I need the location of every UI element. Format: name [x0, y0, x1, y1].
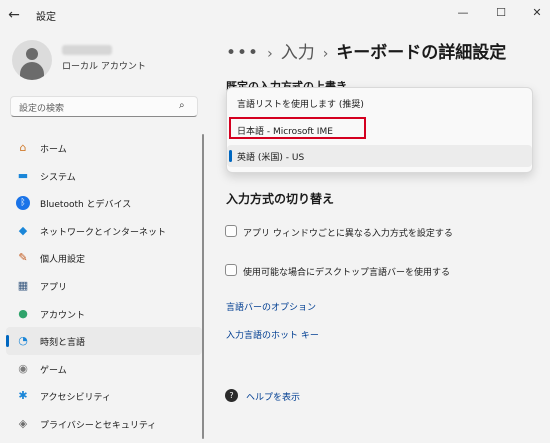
maximize-button[interactable]: ☐ — [490, 4, 512, 22]
annotation-highlight-box — [229, 117, 366, 139]
sidebar-scrollbar[interactable] — [202, 134, 204, 439]
sidebar-item-label: ホーム — [40, 145, 67, 155]
sidebar-item-label: システム — [40, 172, 76, 183]
page-title: キーボードの詳細設定 — [336, 43, 507, 63]
search-icon[interactable]: ⌕ — [179, 100, 191, 112]
breadcrumb: ••• › 入力 › キーボードの詳細設定 — [226, 38, 506, 63]
sidebar-item-personalization[interactable]: ✎ 個人用設定 — [6, 244, 202, 272]
sidebar-nav: ⌂ ホーム ▬ システム ᛒ Bluetooth とデバイス ◆ ネットワークと… — [6, 134, 202, 438]
dropdown-option-english-us[interactable]: 英語 (米国) - US — [227, 145, 532, 167]
avatar-person-icon — [26, 48, 38, 60]
input-language-hotkeys-link[interactable]: 入力言語のホット キー — [226, 328, 319, 341]
sidebar-item-gaming[interactable]: ◉ ゲーム — [6, 355, 202, 383]
app-title: 設定 — [36, 12, 56, 23]
monitor-icon: ▬ — [17, 168, 29, 182]
minimize-button[interactable]: — — [452, 4, 474, 22]
sidebar-item-accounts[interactable]: ● アカウント — [6, 300, 202, 328]
sidebar-item-label: ゲーム — [40, 365, 67, 376]
sidebar-item-privacy[interactable]: ◈ プライバシーとセキュリティ — [6, 410, 202, 438]
desktop-language-bar-checkbox[interactable] — [225, 264, 237, 276]
dropdown-option-language-list[interactable]: 言語リストを使用します (推奨) — [227, 92, 532, 114]
per-app-input-checkbox[interactable] — [225, 225, 237, 237]
sidebar-item-label: アプリ — [40, 282, 68, 293]
sidebar-item-accessibility[interactable]: ✱ アクセシビリティ — [6, 382, 202, 410]
help-icon[interactable]: ? — [225, 389, 238, 402]
bluetooth-icon: ᛒ — [16, 196, 30, 211]
active-indicator — [6, 335, 9, 348]
desktop-language-bar-label[interactable]: 使用可能な場合にデスクトップ言語バーを使用する — [243, 265, 450, 278]
chevron-right-icon: › — [267, 46, 273, 62]
sidebar-item-label: 個人用設定 — [40, 255, 86, 266]
option-label: 英語 (米国) - US — [237, 153, 305, 163]
user-name: ●●●● ●●● — [62, 45, 112, 55]
avatar-person-body — [20, 62, 44, 80]
title-bar: ← 設定 — ☐ ✕ — [0, 0, 550, 30]
search-placeholder: 設定の検索 — [19, 104, 65, 114]
sidebar-item-home[interactable]: ⌂ ホーム — [6, 134, 202, 162]
sidebar-item-system[interactable]: ▬ システム — [6, 162, 202, 190]
per-app-input-label[interactable]: アプリ ウィンドウごとに異なる入力方式を設定する — [243, 226, 453, 239]
chevron-right-icon: › — [322, 46, 329, 62]
sidebar-item-label: Bluetooth とデバイス — [40, 200, 132, 211]
wifi-icon: ◆ — [18, 223, 28, 237]
gamepad-icon: ◉ — [18, 361, 28, 375]
get-help-link[interactable]: ヘルプを表示 — [246, 390, 300, 403]
sidebar-item-label: アクセシビリティ — [40, 393, 112, 404]
avatar[interactable] — [12, 40, 52, 80]
account-type: ローカル アカウント — [62, 62, 146, 72]
sidebar-item-bluetooth[interactable]: ᛒ Bluetooth とデバイス — [6, 189, 202, 217]
selected-indicator — [229, 150, 232, 162]
accessibility-icon: ✱ — [18, 389, 28, 403]
person-icon: ● — [18, 306, 28, 320]
globe-clock-icon: ◔ — [18, 334, 28, 348]
language-bar-options-link[interactable]: 言語バーのオプション — [226, 300, 316, 313]
sidebar-item-apps[interactable]: ▦ アプリ — [6, 272, 202, 300]
brush-icon: ✎ — [18, 251, 28, 265]
search-input[interactable]: 設定の検索 ⌕ — [10, 96, 198, 117]
sidebar-item-label: プライバシーとセキュリティ — [40, 420, 157, 431]
shield-icon: ◈ — [18, 416, 28, 430]
home-icon: ⌂ — [19, 141, 27, 154]
sidebar-item-time-language[interactable]: ◔ 時刻と言語 — [6, 327, 202, 355]
breadcrumb-input[interactable]: 入力 — [281, 43, 315, 63]
back-arrow-icon[interactable]: ← — [6, 7, 22, 23]
close-button[interactable]: ✕ — [526, 4, 548, 22]
option-label: 言語リストを使用します (推奨) — [237, 100, 364, 110]
breadcrumb-more-button[interactable]: ••• — [226, 43, 259, 63]
sidebar-item-label: ネットワークとインターネット — [40, 227, 167, 238]
sidebar-item-network[interactable]: ◆ ネットワークとインターネット — [6, 217, 202, 245]
section-title-switching: 入力方式の切り替え — [226, 192, 335, 206]
apps-icon: ▦ — [17, 278, 29, 292]
sidebar-item-label: アカウント — [40, 310, 86, 321]
sidebar-item-label: 時刻と言語 — [40, 338, 86, 349]
